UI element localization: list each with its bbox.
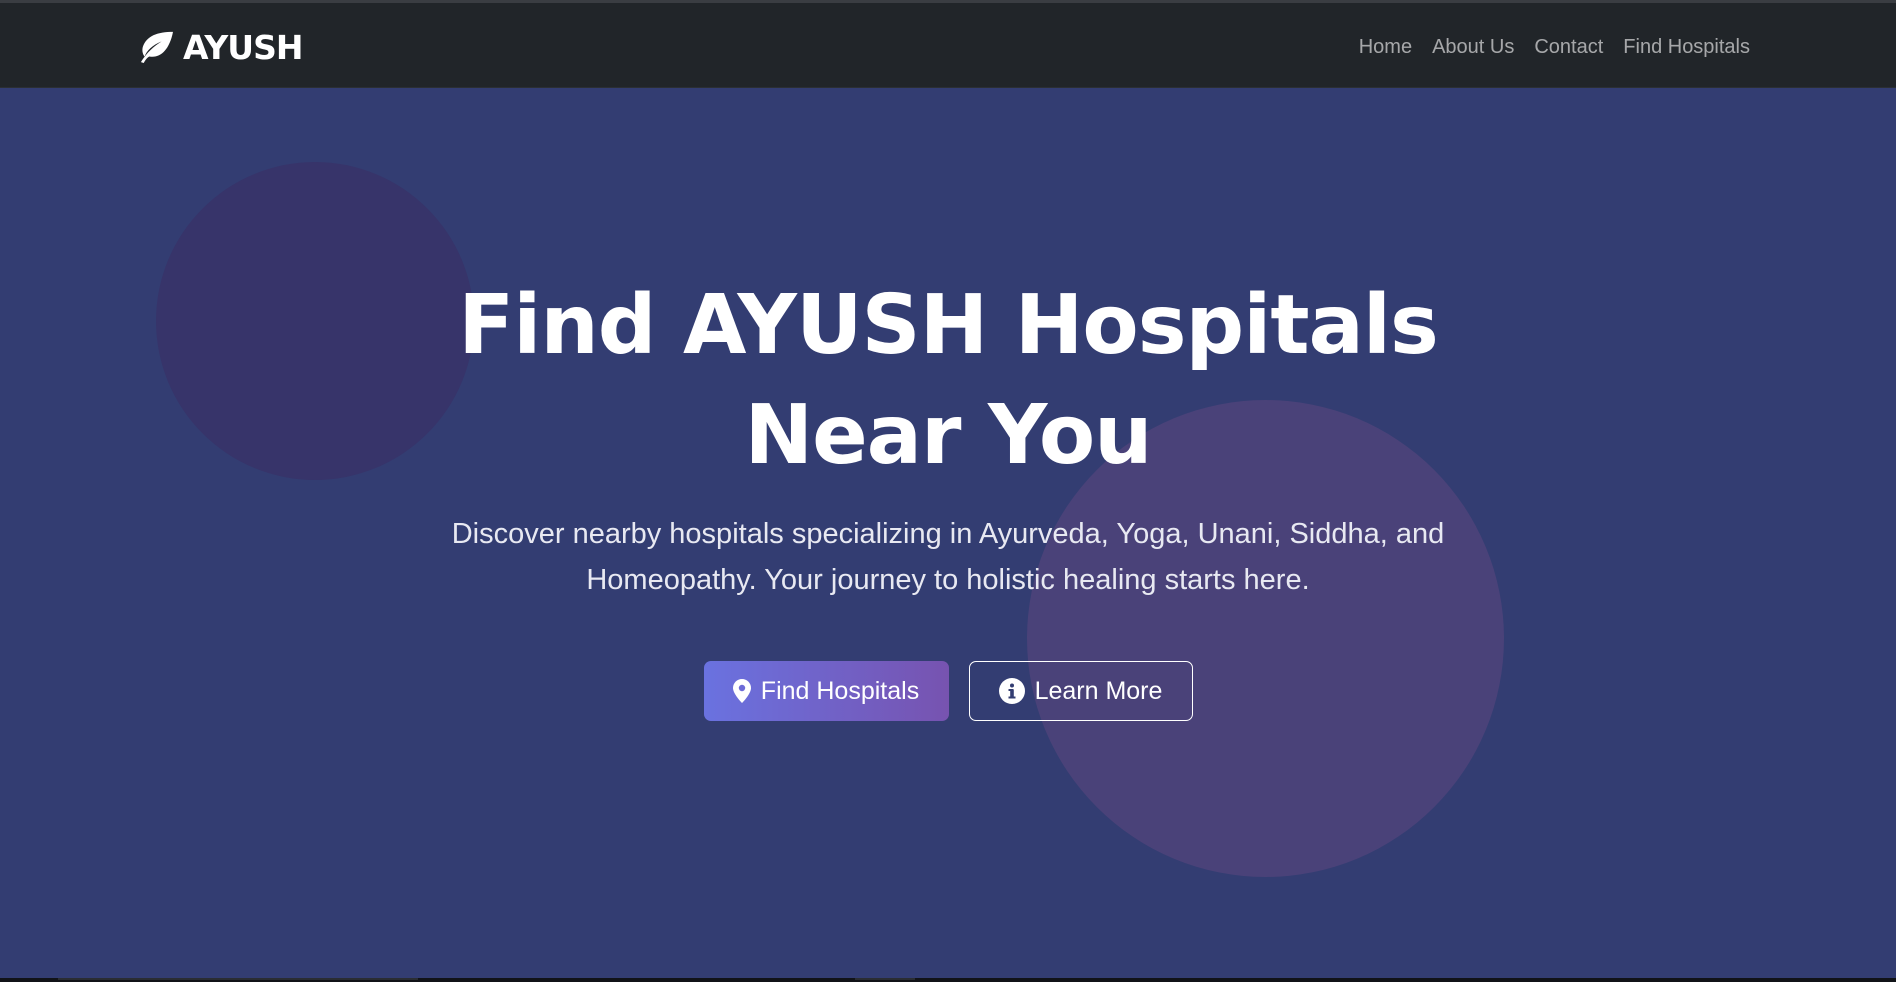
- hero-subtitle: Discover nearby hospitals specializing i…: [448, 511, 1448, 603]
- nav-link-find-hospitals[interactable]: Find Hospitals: [1623, 36, 1750, 59]
- bottom-edge-segment: [855, 978, 915, 980]
- nav-link-contact[interactable]: Contact: [1534, 36, 1603, 59]
- bottom-edge-segment: [58, 978, 418, 980]
- hero-title-line: Find AYUSH Hospitals: [458, 278, 1439, 373]
- brand-logo-link[interactable]: AYUSH: [137, 27, 303, 67]
- hero-subtitle-line: Homeopathy. Your journey to holistic hea…: [586, 564, 1310, 596]
- hero-section: Find AYUSH Hospitals Near You Discover n…: [0, 89, 1896, 978]
- info-circle-icon: [998, 678, 1025, 704]
- nav-link-home[interactable]: Home: [1359, 36, 1412, 59]
- hero-subtitle-line: Discover nearby hospitals specializing i…: [451, 518, 1445, 550]
- nav-link-about-us[interactable]: About Us: [1432, 36, 1514, 59]
- find-hospitals-button[interactable]: Find Hospitals: [703, 661, 949, 721]
- nav-links: Home About Us Contact Find Hospitals: [1359, 36, 1750, 59]
- hero-title-line: Near You: [744, 388, 1152, 483]
- leaf-icon: [140, 31, 173, 64]
- hero-buttons: Find Hospitals Learn More: [0, 661, 1896, 721]
- navbar: AYUSH Home About Us Contact Find Hospita…: [0, 3, 1896, 88]
- brand-name: AYUSH: [183, 27, 303, 67]
- learn-more-button-label: Learn More: [1034, 676, 1163, 705]
- learn-more-button[interactable]: Learn More: [968, 661, 1193, 721]
- find-hospitals-button-label: Find Hospitals: [760, 676, 920, 705]
- bottom-edge: [0, 978, 1896, 982]
- hero-title: Find AYUSH Hospitals Near You: [0, 271, 1896, 491]
- map-pin-icon: [732, 679, 751, 703]
